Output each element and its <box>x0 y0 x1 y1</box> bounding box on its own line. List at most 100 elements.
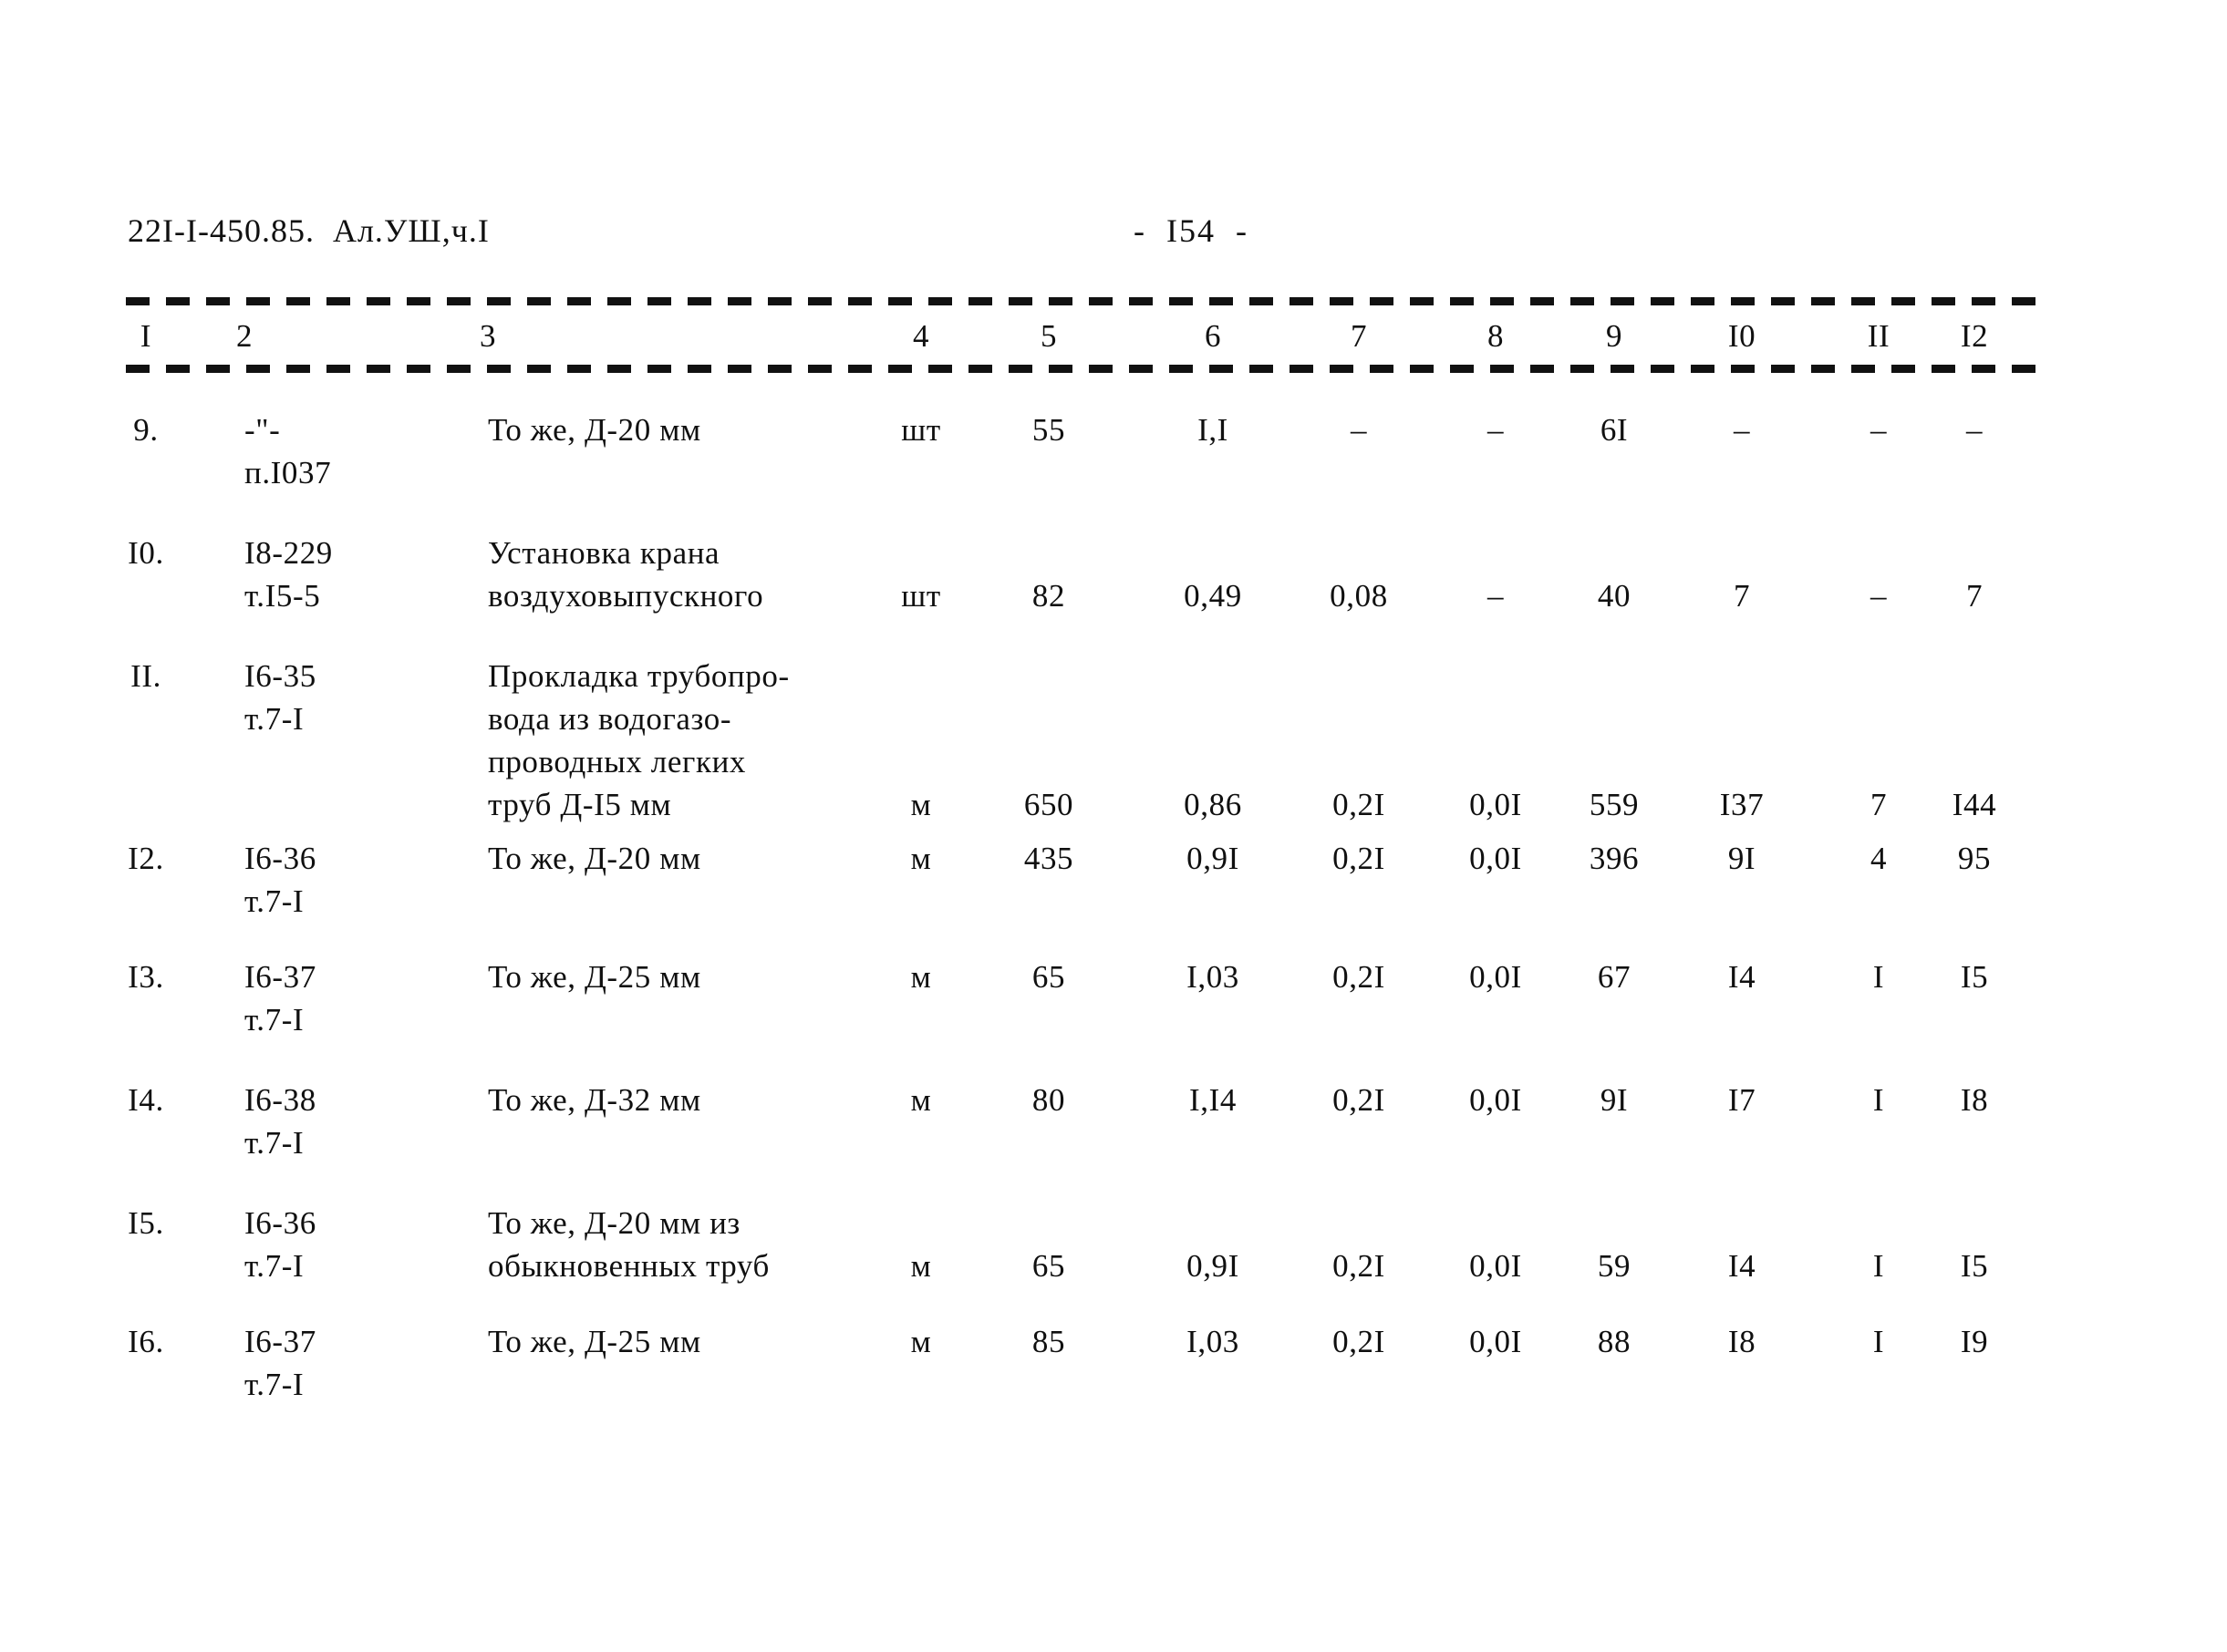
row-value-7: 0,2I <box>1332 841 1385 876</box>
row-quantity: 55 <box>1031 412 1066 448</box>
row-value-8: 0,0I <box>1469 1324 1522 1359</box>
row-code-primary: I6-37 <box>244 1324 316 1359</box>
row-code-primary: I6-36 <box>244 1205 316 1241</box>
document-page: 22I-I-450.85. Ал.УШ,ч.I - I54 - I 2 3 4 … <box>0 0 2227 1652</box>
page-header: 22I-I-450.85. Ал.УШ,ч.I - I54 - <box>0 212 2227 266</box>
row-value-12: I8 <box>1960 1082 1989 1118</box>
row-value-11: – <box>1870 578 1888 614</box>
row-value-11: I <box>1872 1324 1885 1359</box>
row-quantity: 435 <box>1023 841 1074 876</box>
row-work-name-line: обыкновенных труб <box>488 1248 770 1284</box>
row-value-8: 0,0I <box>1469 1082 1522 1118</box>
row-number: I5. <box>128 1205 164 1241</box>
row-quantity: 65 <box>1031 1248 1066 1284</box>
row-code-primary: I6-37 <box>244 959 316 995</box>
row-value-7: – <box>1350 412 1368 448</box>
row-value-10: I8 <box>1727 1324 1756 1359</box>
row-value-8: 0,0I <box>1469 959 1522 995</box>
row-unit: м <box>910 1324 932 1359</box>
column-header-9: 9 <box>1605 318 1623 354</box>
row-value-7: 0,2I <box>1332 787 1385 822</box>
row-value-9: 6I <box>1600 412 1629 448</box>
row-value-6: 0,49 <box>1184 578 1242 614</box>
row-number: II. <box>130 658 161 694</box>
row-work-name-line: Установка крана <box>488 535 720 571</box>
row-value-8: 0,0I <box>1469 841 1522 876</box>
row-number: I3. <box>128 959 164 995</box>
row-value-10: I7 <box>1727 1082 1756 1118</box>
row-value-6: I,I4 <box>1189 1082 1237 1118</box>
row-work-name-line: То же, Д-25 мм <box>488 1324 701 1359</box>
column-header-11: II <box>1867 318 1890 354</box>
row-quantity: 80 <box>1031 1082 1066 1118</box>
row-value-6: 0,9I <box>1186 1248 1239 1284</box>
column-header-12: I2 <box>1960 318 1989 354</box>
row-work-name-line: вода из водогазо- <box>488 701 732 737</box>
table-top-dashed-rule <box>126 297 2036 305</box>
row-value-10: I4 <box>1727 959 1756 995</box>
row-value-10: I37 <box>1719 787 1765 822</box>
row-value-12: 95 <box>1957 841 1992 876</box>
page-number: - I54 - <box>1134 212 1248 249</box>
row-work-name-line: труб Д-I5 мм <box>488 787 672 822</box>
column-header-7: 7 <box>1350 318 1368 354</box>
row-unit: шт <box>901 412 941 448</box>
row-value-9: 396 <box>1589 841 1640 876</box>
row-value-7: 0,2I <box>1332 1324 1385 1359</box>
row-unit: м <box>910 1248 932 1284</box>
row-value-12: 7 <box>1965 578 1984 614</box>
row-quantity: 650 <box>1023 787 1074 822</box>
row-code-primary: I6-36 <box>244 841 316 876</box>
row-value-8: – <box>1486 578 1505 614</box>
row-value-11: I <box>1872 1248 1885 1284</box>
row-value-9: 40 <box>1597 578 1631 614</box>
row-work-name-line: То же, Д-32 мм <box>488 1082 701 1118</box>
row-code-secondary: т.7-I <box>244 1367 305 1402</box>
row-work-name-line: То же, Д-25 мм <box>488 959 701 995</box>
row-value-11: 4 <box>1870 841 1888 876</box>
row-value-11: – <box>1870 412 1888 448</box>
row-work-name-line: проводных легких <box>488 744 747 780</box>
row-unit: м <box>910 1082 932 1118</box>
row-number: I2. <box>128 841 164 876</box>
row-value-9: 9I <box>1600 1082 1629 1118</box>
row-code-primary: -"- <box>244 412 281 448</box>
row-value-9: 67 <box>1597 959 1631 995</box>
row-number: 9. <box>133 412 159 448</box>
row-value-11: 7 <box>1870 787 1888 822</box>
row-value-7: 0,2I <box>1332 1082 1385 1118</box>
row-value-6: I,I <box>1197 412 1228 448</box>
row-value-6: I,03 <box>1186 959 1239 995</box>
row-value-9: 59 <box>1597 1248 1631 1284</box>
row-number: I6. <box>128 1324 164 1359</box>
column-header-1: I <box>140 318 152 354</box>
document-code: 22I-I-450.85. Ал.УШ,ч.I <box>128 212 490 249</box>
row-value-8: – <box>1486 412 1505 448</box>
row-code-primary: I6-38 <box>244 1082 316 1118</box>
row-code-secondary: т.7-I <box>244 883 305 919</box>
row-value-7: 0,2I <box>1332 1248 1385 1284</box>
row-value-7: 0,08 <box>1330 578 1388 614</box>
row-quantity: 85 <box>1031 1324 1066 1359</box>
row-value-10: 7 <box>1733 578 1751 614</box>
row-value-8: 0,0I <box>1469 787 1522 822</box>
row-value-8: 0,0I <box>1469 1248 1522 1284</box>
table-header-dashed-rule <box>126 365 2036 373</box>
row-value-6: 0,86 <box>1184 787 1242 822</box>
row-number: I0. <box>128 535 164 571</box>
row-value-10: I4 <box>1727 1248 1756 1284</box>
row-value-10: 9I <box>1727 841 1756 876</box>
row-code-primary: I8-229 <box>244 535 333 571</box>
row-work-name-line: То же, Д-20 мм из <box>488 1205 741 1241</box>
table-column-header-row: I 2 3 4 5 6 7 8 9 I0 II I2 <box>0 315 2227 360</box>
row-value-12: I9 <box>1960 1324 1989 1359</box>
row-code-secondary: п.I037 <box>244 455 332 490</box>
row-unit: м <box>910 787 932 822</box>
row-work-name-line: Прокладка трубопро- <box>488 658 790 694</box>
row-number: I4. <box>128 1082 164 1118</box>
row-work-name-line: воздуховыпускного <box>488 578 764 614</box>
row-value-12: – <box>1965 412 1984 448</box>
row-value-7: 0,2I <box>1332 959 1385 995</box>
row-unit: м <box>910 841 932 876</box>
column-header-4: 4 <box>912 318 930 354</box>
